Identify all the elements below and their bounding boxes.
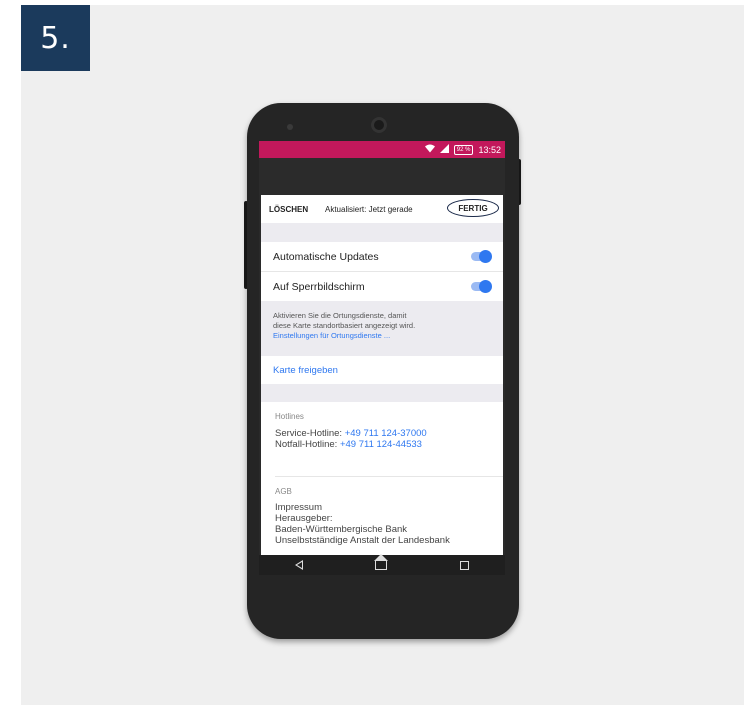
wifi-icon	[424, 144, 435, 156]
lock-screen-row[interactable]: Auf Sperrbildschirm	[261, 272, 503, 301]
toggle-knob	[479, 280, 492, 293]
agb-line: Impressum	[275, 502, 322, 513]
share-card-row[interactable]: Karte freigeben	[261, 356, 503, 384]
agb-line: Baden-Württembergische Bank	[275, 524, 408, 535]
clock: 13:52	[478, 144, 501, 155]
auto-updates-row[interactable]: Automatische Updates	[261, 242, 503, 272]
location-info-line1: Aktivieren Sie die Ortungsdienste, damit	[273, 311, 407, 320]
battery-indicator: 92 %	[453, 144, 474, 155]
service-hotline-line: Service-Hotline: +49 711 124-37000	[275, 428, 427, 439]
lock-screen-label: Auf Sperrbildschirm	[273, 280, 365, 293]
settings-sheet: LÖSCHEN Aktualisiert: Jetzt gerade FERTI…	[261, 195, 503, 555]
section-spacer	[261, 384, 503, 402]
agb-line: Unselbstständige Anstalt der Landesbank	[275, 535, 450, 546]
android-navbar	[259, 553, 505, 575]
back-icon[interactable]	[295, 560, 304, 570]
step-badge: 5.	[21, 5, 90, 71]
done-button[interactable]: FERTIG	[447, 199, 499, 217]
hotlines-section: Hotlines Service-Hotline: +49 711 124-37…	[261, 402, 503, 476]
toggle-knob	[479, 250, 492, 263]
location-info-line2: diese Karte standortbasiert angezeigt wi…	[273, 321, 416, 330]
hotlines-header: Hotlines	[275, 412, 304, 421]
auto-updates-toggle[interactable]	[471, 250, 492, 263]
section-spacer	[261, 223, 503, 242]
emergency-hotline-label: Notfall-Hotline:	[275, 439, 340, 450]
camera	[371, 117, 387, 133]
speaker	[287, 124, 293, 130]
location-settings-link[interactable]: Einstellungen für Ortungsdienste ...	[273, 331, 493, 341]
delete-button[interactable]: LÖSCHEN	[269, 205, 308, 214]
home-icon[interactable]	[374, 553, 389, 570]
phone-screen: 92 % 13:52 LÖSCHEN Aktualisiert: Jetzt g…	[259, 141, 505, 575]
signal-icon	[439, 143, 449, 156]
sheet-toolbar: LÖSCHEN Aktualisiert: Jetzt gerade FERTI…	[261, 195, 503, 223]
service-hotline-number[interactable]: +49 711 124-37000	[345, 428, 427, 439]
emergency-hotline-number[interactable]: +49 711 124-44533	[340, 439, 422, 450]
recent-apps-icon[interactable]	[459, 560, 469, 570]
location-info-panel: Aktivieren Sie die Ortungsdienste, damit…	[261, 301, 503, 356]
updated-status: Aktualisiert: Jetzt gerade	[325, 204, 413, 214]
auto-updates-label: Automatische Updates	[273, 250, 379, 263]
lock-screen-toggle[interactable]	[471, 280, 492, 293]
share-card-link[interactable]: Karte freigeben	[273, 365, 338, 376]
emergency-hotline-line: Notfall-Hotline: +49 711 124-44533	[275, 439, 422, 450]
agb-line: Herausgeber:	[275, 513, 333, 524]
app-header-area	[259, 158, 505, 195]
service-hotline-label: Service-Hotline:	[275, 428, 345, 439]
location-info-text: Aktivieren Sie die Ortungsdienste, damit…	[273, 311, 493, 341]
status-bar: 92 % 13:52	[259, 141, 505, 158]
agb-section: AGB Impressum Herausgeber: Baden-Württem…	[261, 477, 503, 555]
agb-header: AGB	[275, 487, 292, 496]
